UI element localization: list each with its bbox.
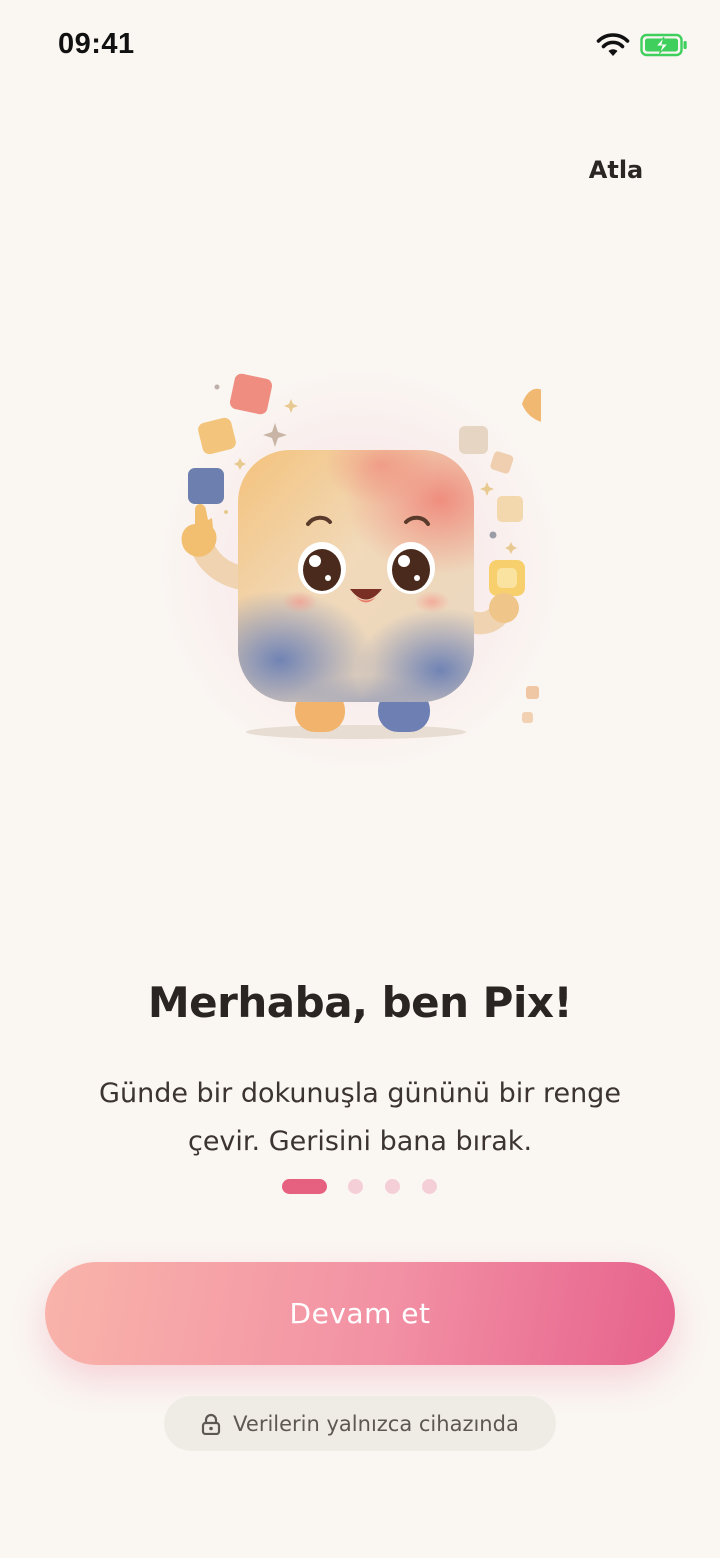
subtitle-line: Günde bir dokunuşla gününü bir renge: [99, 1078, 621, 1109]
subtitle-line: çevir. Gerisini bana bırak.: [187, 1126, 533, 1157]
battery-charging-icon: [640, 33, 687, 57]
status-bar: 09:41: [0, 0, 720, 92]
page-dot-2[interactable]: [348, 1179, 363, 1194]
status-time: 09:41: [58, 28, 135, 60]
onboarding-screen: 09:41 Atla Merhaba, ben Pix! Günde bir d…: [0, 0, 720, 1558]
onboarding-subtitle: Günde bir dokunuşla gününü bir renge çev…: [60, 1070, 660, 1166]
continue-button[interactable]: Devam et: [45, 1262, 675, 1365]
privacy-badge: Verilerin yalnızca cihazında: [164, 1396, 556, 1451]
page-indicator: [282, 1179, 442, 1195]
skip-button[interactable]: Atla: [560, 148, 672, 192]
lock-icon: [202, 1413, 221, 1435]
privacy-label: Verilerin yalnızca cihazında: [233, 1411, 519, 1436]
onboarding-title: Merhaba, ben Pix!: [147, 978, 573, 1027]
mascot-art: [181, 373, 541, 739]
page-dot-4[interactable]: [422, 1179, 437, 1194]
page-dot-3[interactable]: [385, 1179, 400, 1194]
wifi-icon: [596, 33, 630, 56]
pix-mascot-illustration: [150, 340, 570, 790]
page-dot-1-active[interactable]: [282, 1179, 327, 1194]
